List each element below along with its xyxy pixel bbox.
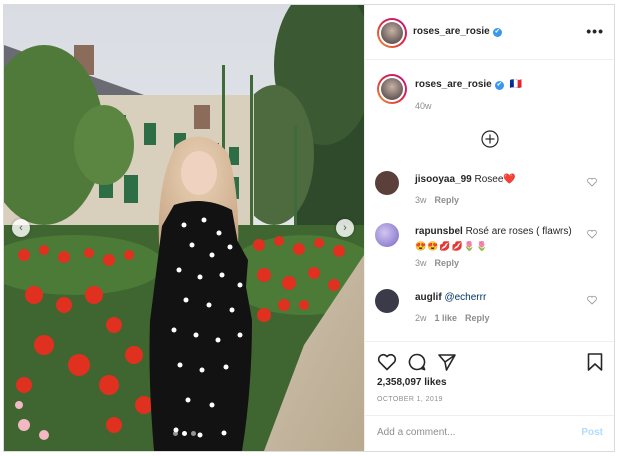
carousel-indicator xyxy=(4,423,364,441)
add-comment-bar: Add a comment... Post xyxy=(365,415,614,451)
caption-username[interactable]: roses_are_rosie xyxy=(415,79,492,90)
comment-item: jisooyaa_99 Rosee❤️ 3w Reply xyxy=(375,171,605,215)
avatar[interactable] xyxy=(375,171,399,195)
post-side-panel: roses_are_rosie ✔ ••• roses_are_rosie ✔ 🇫🇷… xyxy=(364,5,614,451)
verified-badge-icon: ✔ xyxy=(492,28,502,37)
like-heart-icon[interactable] xyxy=(377,352,397,372)
caption-text: 🇫🇷 xyxy=(509,79,522,90)
verified-badge-icon: ✔ xyxy=(494,81,504,90)
caption-avatar[interactable] xyxy=(377,74,407,104)
comment-emoji: ❤️ xyxy=(503,174,516,185)
comment-bubble-icon[interactable] xyxy=(407,352,427,372)
avatar[interactable] xyxy=(375,223,399,247)
post-comment-button[interactable]: Post xyxy=(581,427,603,438)
more-options-icon[interactable]: ••• xyxy=(586,23,604,39)
comment-item: rapunsbel Rosé are roses ( flawrs) 😍😍💋💋🌷… xyxy=(375,223,605,277)
bookmark-icon[interactable] xyxy=(585,352,605,372)
comment-item: auglif @echerrr 2w 1 like Reply xyxy=(375,289,605,329)
like-comment-heart-icon[interactable] xyxy=(587,177,597,187)
comment-time: 3w xyxy=(415,195,427,205)
comment-time: 2w xyxy=(415,313,427,323)
likes-count[interactable]: 2,358,097 likes xyxy=(377,377,447,388)
comment-mention[interactable]: @echerrr xyxy=(444,292,486,303)
reply-button[interactable]: Reply xyxy=(435,195,460,205)
author-avatar[interactable] xyxy=(377,18,407,48)
share-send-icon[interactable] xyxy=(437,352,457,372)
reply-button[interactable]: Reply xyxy=(465,313,490,323)
comment-time: 3w xyxy=(415,258,427,268)
load-more-comments-icon[interactable] xyxy=(481,130,499,148)
caption: roses_are_rosie ✔ 🇫🇷 xyxy=(415,79,522,90)
post-header: roses_are_rosie ✔ ••• xyxy=(365,5,614,60)
like-comment-heart-icon[interactable] xyxy=(587,295,597,305)
post-photo[interactable]: ‹ › xyxy=(4,5,364,451)
chevron-left-icon: ‹ xyxy=(19,222,23,234)
carousel-dot-active xyxy=(181,431,187,436)
carousel-prev-button[interactable]: ‹ xyxy=(12,219,30,237)
comment-username[interactable]: rapunsbel xyxy=(415,226,463,237)
chevron-right-icon: › xyxy=(343,222,347,234)
carousel-dot xyxy=(172,431,178,436)
post-actions xyxy=(365,341,614,372)
carousel-dot xyxy=(190,431,196,436)
photo-illustration xyxy=(4,5,364,451)
comment-input[interactable]: Add a comment... xyxy=(377,427,455,438)
comment-username[interactable]: auglif xyxy=(415,292,442,303)
carousel-next-button[interactable]: › xyxy=(336,219,354,237)
like-comment-heart-icon[interactable] xyxy=(587,229,597,239)
comment-text: Rosé are roses ( flawrs) xyxy=(465,226,572,237)
comment-emoji: 😍😍💋💋🌷🌷 xyxy=(415,241,489,251)
caption-timestamp: 40w xyxy=(415,101,432,111)
avatar[interactable] xyxy=(375,289,399,313)
post-date: OCTOBER 1, 2019 xyxy=(377,396,443,403)
author-username[interactable]: roses_are_rosie ✔ xyxy=(413,26,502,37)
post-modal: ‹ › roses_are_rosie ✔ ••• roses_are_rosie… xyxy=(3,4,615,452)
comment-username[interactable]: jisooyaa_99 xyxy=(415,174,472,185)
comment-text: Rosee xyxy=(474,174,504,185)
reply-button[interactable]: Reply xyxy=(435,258,460,268)
comment-likes[interactable]: 1 like xyxy=(435,313,458,323)
